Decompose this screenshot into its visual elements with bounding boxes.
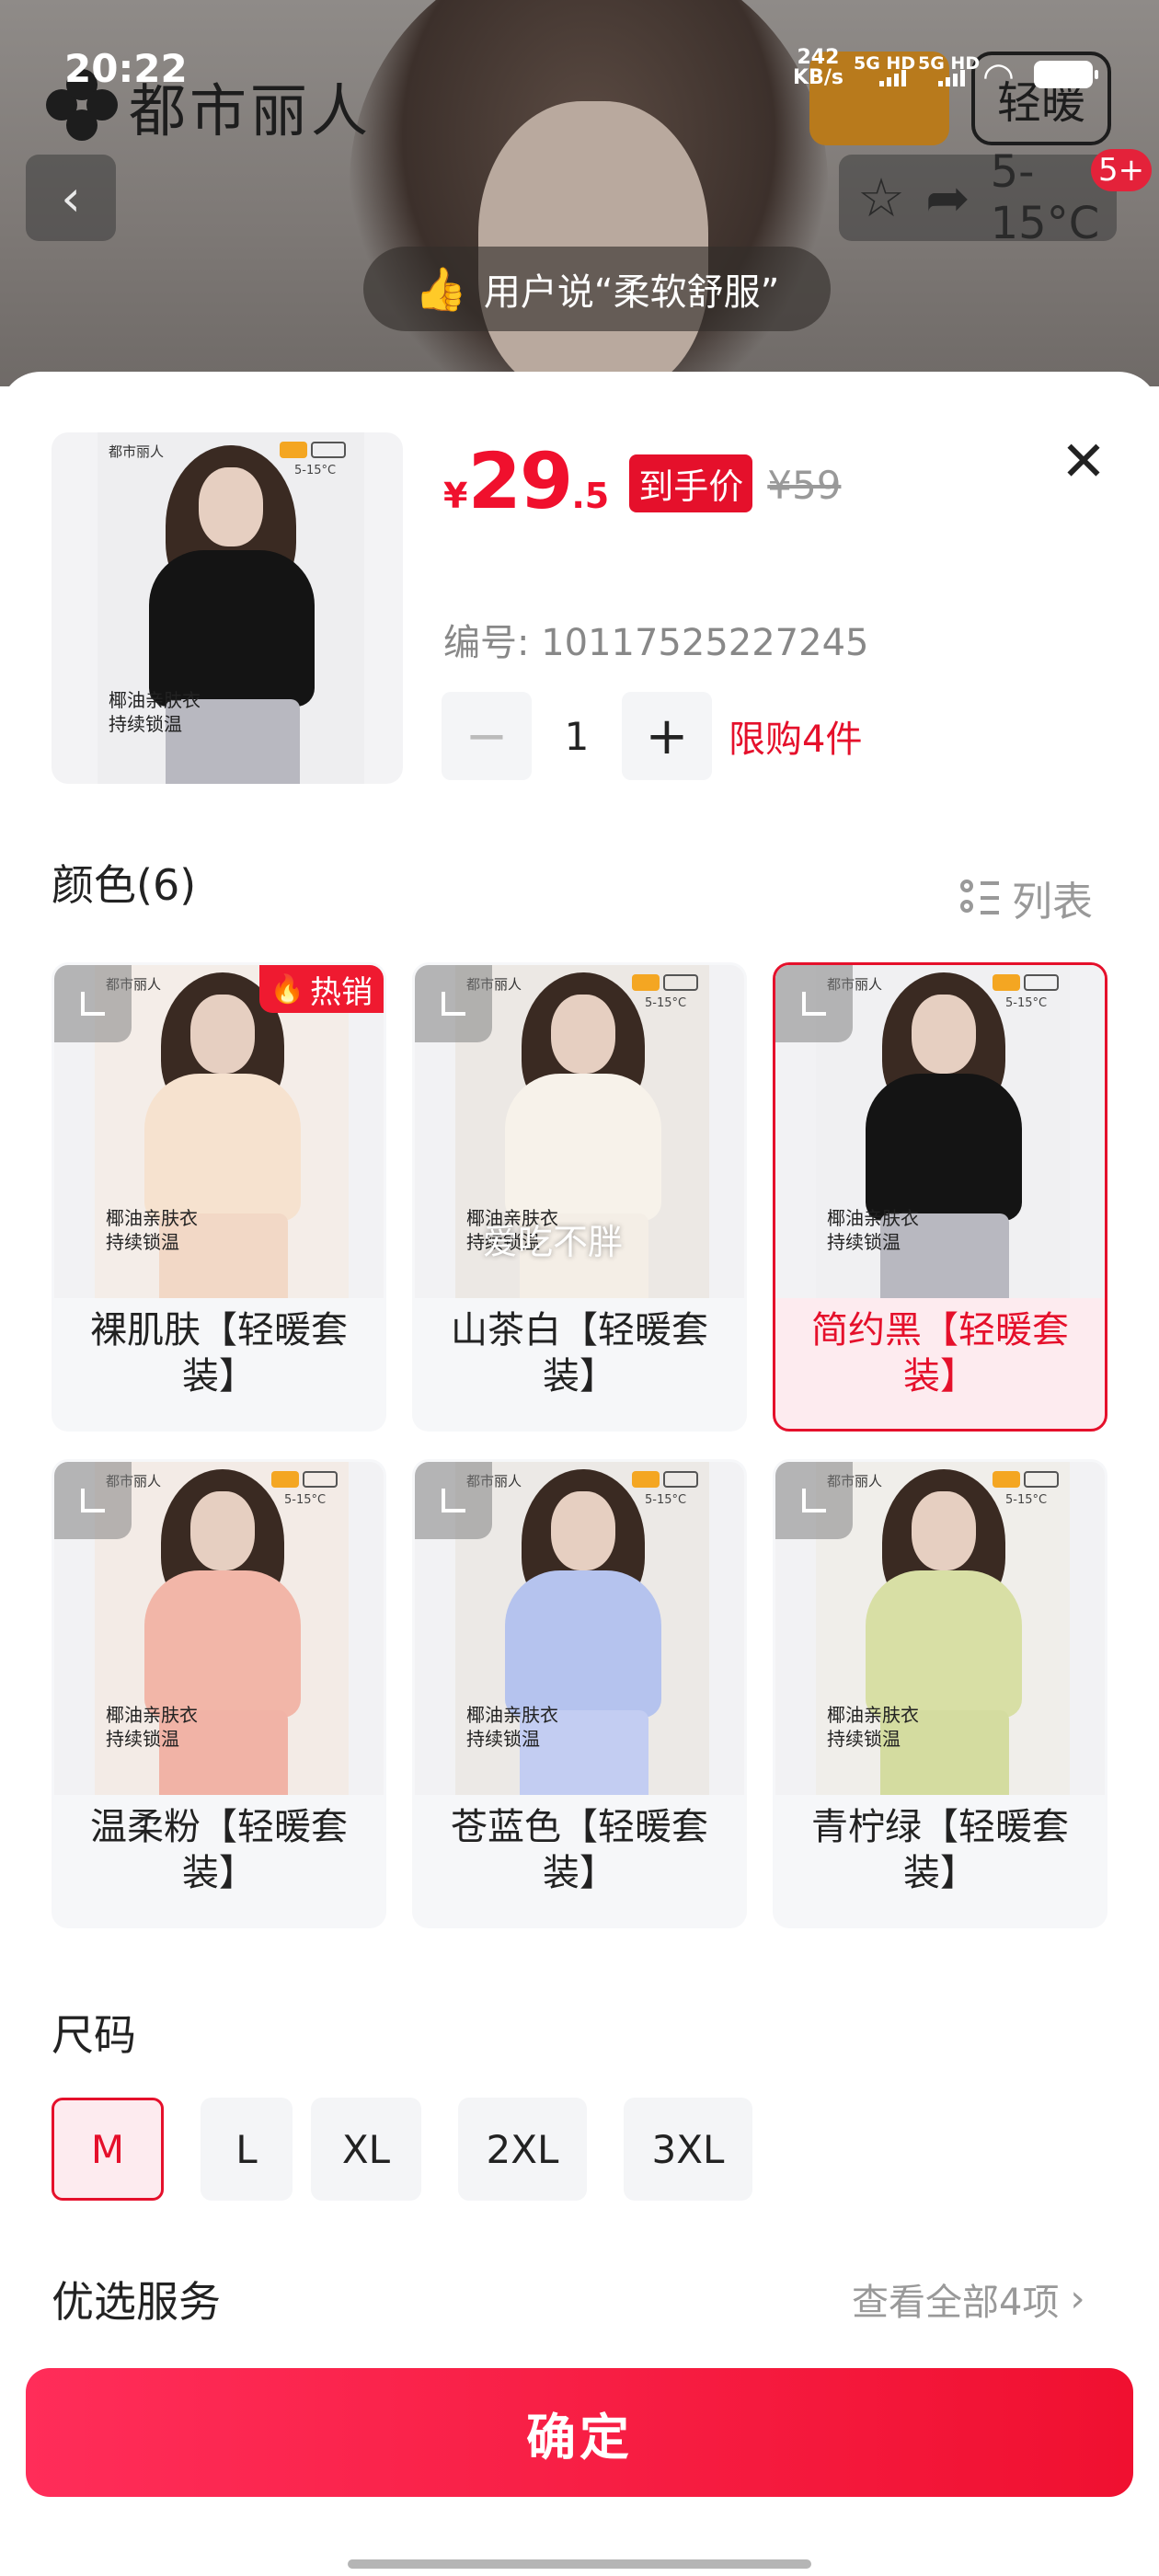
color-option-label: 温柔粉【轻暖套装】 xyxy=(90,1806,348,1894)
review-text: 用户说“柔软舒服” xyxy=(483,271,780,314)
expand-icon[interactable] xyxy=(415,965,492,1042)
expand-icon[interactable] xyxy=(415,1462,492,1539)
color-option-label: 简约黑【轻暖套装】 xyxy=(811,1309,1069,1397)
color-section-title: 颜色(6) xyxy=(52,860,197,910)
color-option-label: 苍蓝色【轻暖套装】 xyxy=(451,1806,708,1894)
hot-sale-badge: 🔥 热销 xyxy=(258,965,384,1013)
color-option-card[interactable]: 都市丽人5-15°C椰油亲肤衣持续锁温🔥热销裸肌肤【轻暖套装】 xyxy=(52,962,386,1432)
final-price-tag: 到手价 xyxy=(629,454,753,512)
sku-selector-sheet: 都市丽人 5-15°C 椰油亲肤衣 持续锁温 ✕ ¥ 29 .5 到手价 ¥59… xyxy=(0,372,1159,2576)
quantity-value[interactable]: 1 xyxy=(532,714,622,759)
close-button[interactable]: ✕ xyxy=(1049,427,1119,497)
color-option-card[interactable]: 都市丽人 5-15°C 椰油亲肤衣 持续锁温 温柔粉【轻暖套装】 xyxy=(52,1459,386,1928)
expand-icon[interactable] xyxy=(775,1462,853,1539)
list-view-toggle[interactable]: 列表 xyxy=(960,868,1093,927)
sim2-signal-icon xyxy=(938,70,965,86)
color-option-label: 山茶白【轻暖套装】 xyxy=(451,1309,708,1397)
product-photo: 都市丽人 5-15°C 椰油亲肤衣 持续锁温 xyxy=(98,432,364,784)
top-actions: ☆ ➦ 5-15°C xyxy=(839,146,1117,249)
list-toggle-label: 列表 xyxy=(1012,879,1093,926)
back-button[interactable]: ‹ xyxy=(26,155,116,241)
color-option-card[interactable]: 都市丽人 5-15°C 椰油亲肤衣 持续锁温 简约黑【轻暖套装】 xyxy=(773,962,1107,1432)
price-decimal: .5 xyxy=(571,476,610,516)
color-option-card[interactable]: 都市丽人 5-15°C 椰油亲肤衣 持续锁温 爱吃不胖 山茶白【轻暖套装】 xyxy=(412,962,747,1432)
size-option-l[interactable]: L xyxy=(201,2098,293,2201)
price-integer: 29 xyxy=(467,436,573,526)
color-option-label: 青柠绿【轻暖套装】 xyxy=(811,1806,1069,1894)
quantity-stepper: − 1 + 限购4件 xyxy=(442,692,862,780)
selected-product-thumbnail[interactable]: 都市丽人 5-15°C 椰油亲肤衣 持续锁温 xyxy=(52,432,403,784)
original-price: ¥59 xyxy=(767,463,842,508)
cart-count-badge: 5+ xyxy=(1091,149,1153,191)
size-options: M L XL 2XL 3XL xyxy=(52,2098,752,2201)
size-option-2xl[interactable]: 2XL xyxy=(458,2098,587,2201)
home-indicator[interactable] xyxy=(348,2559,811,2569)
expand-icon[interactable] xyxy=(54,965,132,1042)
purchase-limit: 限购4件 xyxy=(729,719,863,761)
list-icon xyxy=(960,878,999,918)
expand-icon[interactable] xyxy=(775,965,853,1042)
chevron-left-icon: ‹ xyxy=(61,168,81,227)
net-speed: 242 KB/s xyxy=(793,46,843,89)
chevron-right-icon: › xyxy=(1070,2278,1085,2320)
view-all-services-label: 查看全部4项 xyxy=(852,2282,1060,2324)
confirm-button[interactable]: 确定 xyxy=(26,2368,1133,2497)
view-all-services-link[interactable]: 查看全部4项 › xyxy=(852,2272,1084,2326)
share-icon[interactable]: ➦ xyxy=(925,167,970,229)
service-section-title: 优选服务 xyxy=(52,2277,221,2327)
fire-icon: 🔥 xyxy=(270,972,304,1006)
status-bar: 20:22 242 KB/s 5G HD 5G HD ◠ xyxy=(0,0,1159,138)
close-icon: ✕ xyxy=(1060,430,1107,494)
size-option-3xl[interactable]: 3XL xyxy=(624,2098,752,2201)
size-option-m[interactable]: M xyxy=(52,2098,164,2201)
status-time: 20:22 xyxy=(64,46,188,91)
model-face xyxy=(478,101,708,386)
size-option-xl[interactable]: XL xyxy=(311,2098,421,2201)
review-pill: 👍 用户说“柔软舒服” xyxy=(363,247,831,331)
price-row: ¥ 29 .5 到手价 ¥59 xyxy=(443,436,841,526)
price-currency: ¥ xyxy=(443,476,468,516)
sim1-signal-icon xyxy=(879,70,906,86)
decrease-button[interactable]: − xyxy=(442,692,532,780)
thumbs-up-icon: 👍 xyxy=(414,263,467,314)
wifi-icon: ◠ xyxy=(982,55,1015,98)
color-option-card[interactable]: 都市丽人 5-15°C 椰油亲肤衣 持续锁温 苍蓝色【轻暖套装】 xyxy=(412,1459,747,1928)
increase-button[interactable]: + xyxy=(622,692,712,780)
color-options-grid: 都市丽人5-15°C椰油亲肤衣持续锁温🔥热销裸肌肤【轻暖套装】都市丽人5-15°… xyxy=(52,962,1107,1928)
color-option-label: 裸肌肤【轻暖套装】 xyxy=(90,1309,348,1397)
photo-overlay-text: 爱吃不胖 xyxy=(483,1222,624,1262)
sku-number: 编号: 10117525227245 xyxy=(443,622,869,664)
star-icon[interactable]: ☆ xyxy=(857,167,905,229)
battery-icon xyxy=(1034,61,1098,88)
size-section-title: 尺码 xyxy=(52,2010,136,2060)
expand-icon[interactable] xyxy=(54,1462,132,1539)
color-option-card[interactable]: 都市丽人 5-15°C 椰油亲肤衣 持续锁温 青柠绿【轻暖套装】 xyxy=(773,1459,1107,1928)
